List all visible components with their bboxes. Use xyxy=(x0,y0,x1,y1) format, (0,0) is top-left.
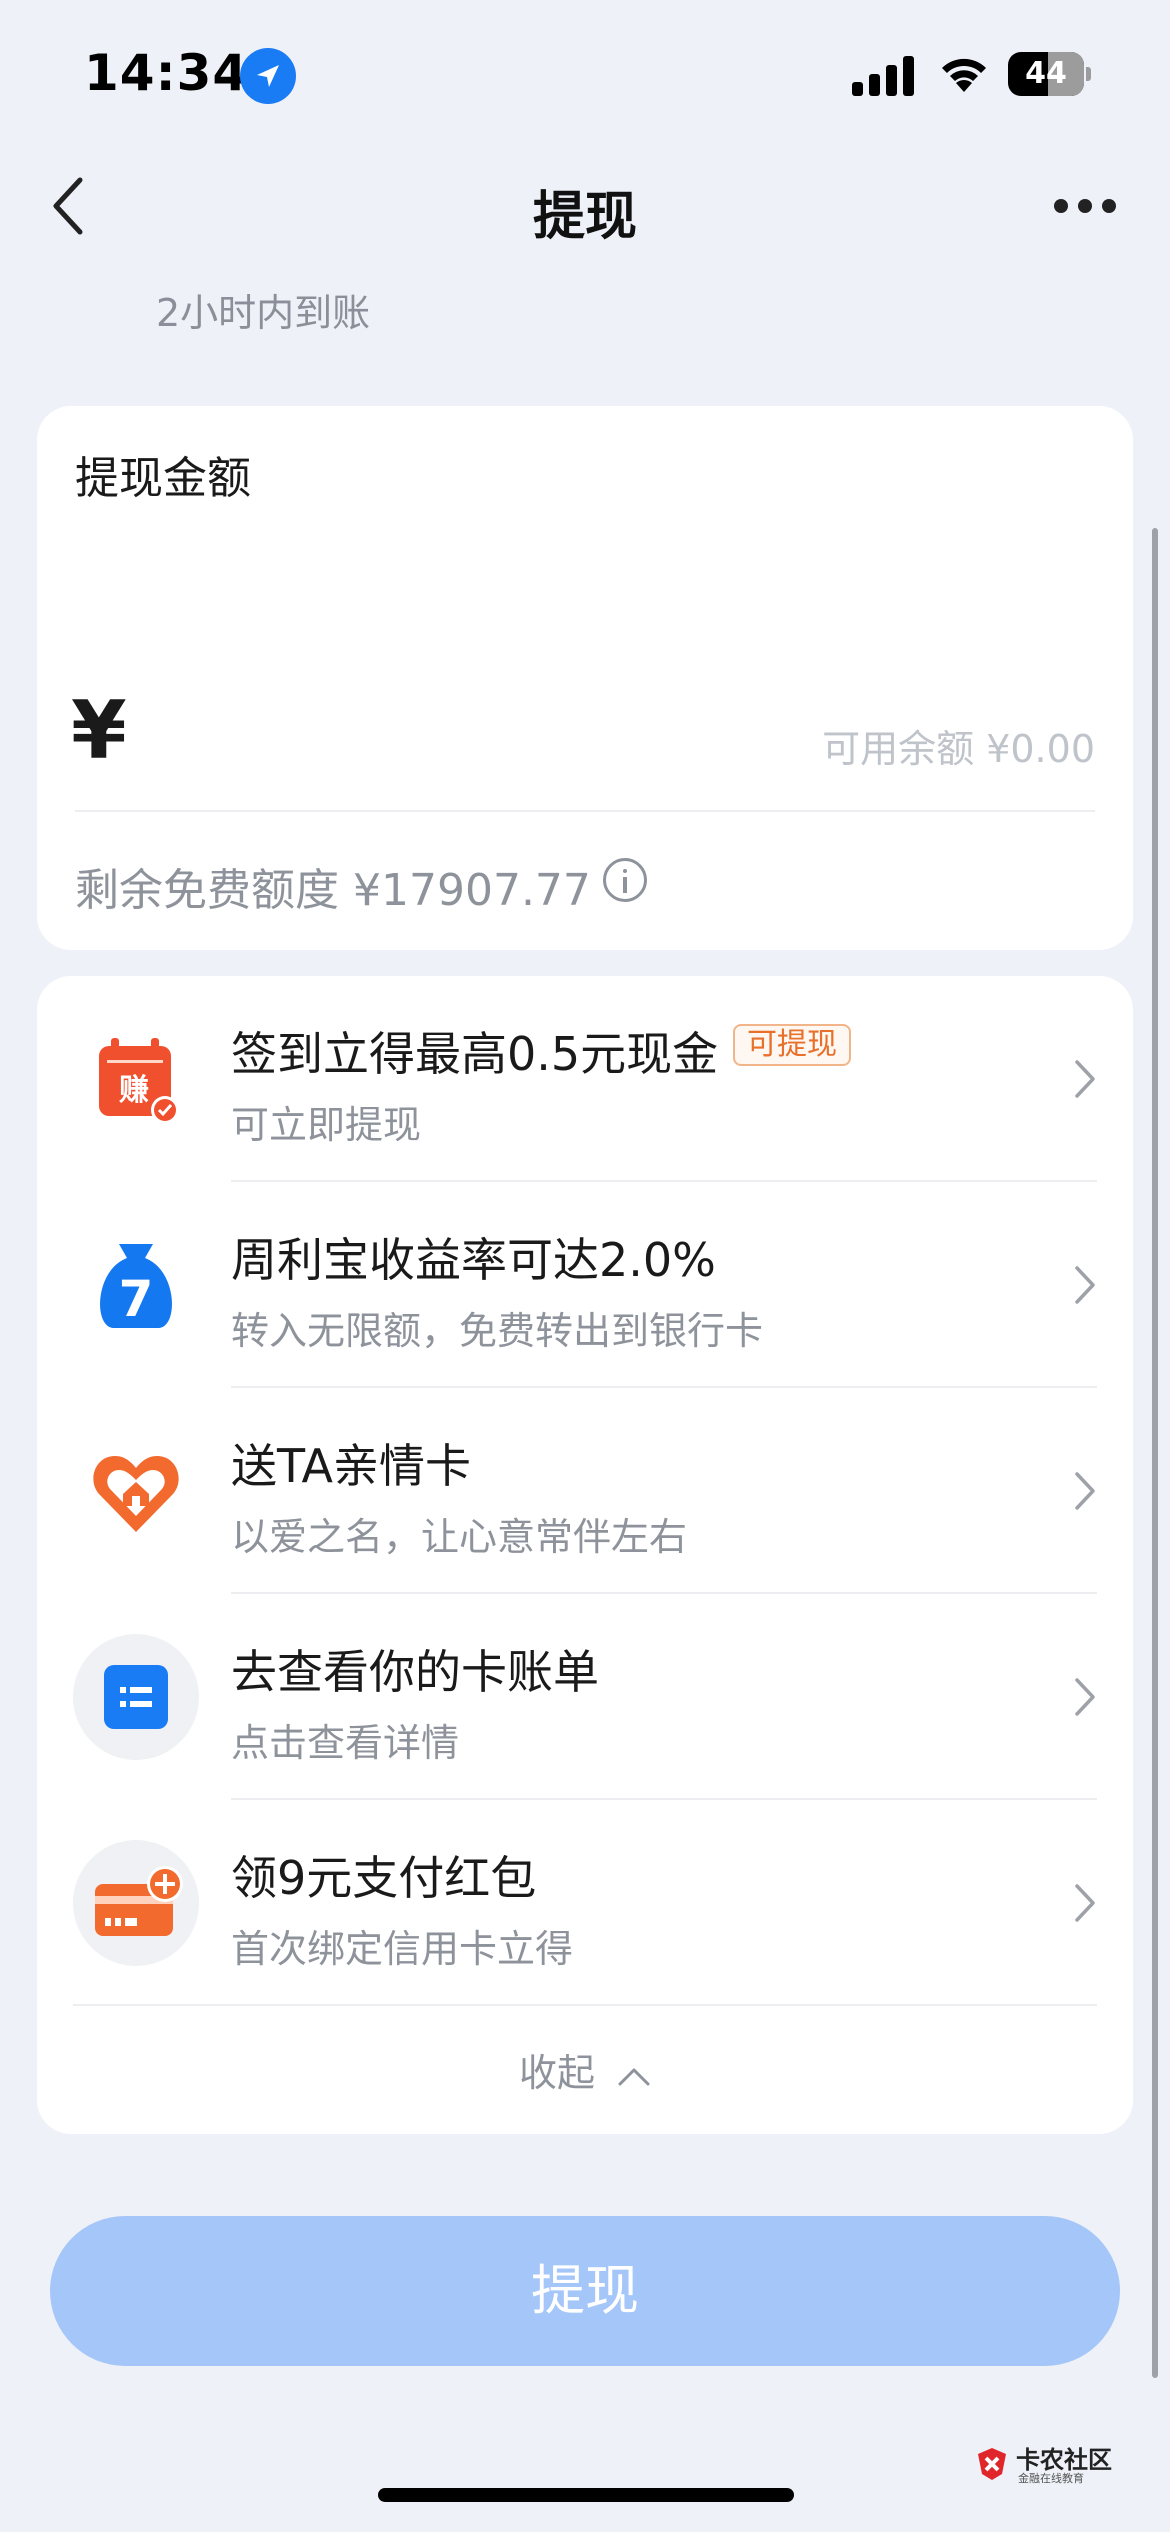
scrollbar[interactable] xyxy=(1152,528,1158,2378)
list-item-family-card[interactable]: 送TA亲情卡 以爱之名，让心意常伴左右 xyxy=(37,1388,1133,1594)
list-item-title: 周利宝收益率可达2.0% xyxy=(231,1233,716,1287)
list-item-title: 送TA亲情卡 xyxy=(231,1439,471,1493)
money-bag-7-icon: 7 xyxy=(73,1222,199,1348)
list-item-weekly-treasure[interactable]: 7 周利宝收益率可达2.0% 转入无限额，免费转出到银行卡 xyxy=(37,1182,1133,1388)
amount-divider xyxy=(75,810,1095,812)
list-item-title: 签到立得最高0.5元现金 xyxy=(231,1027,719,1081)
status-time: 14:34 xyxy=(84,44,249,102)
watermark: 卡农社区 金融在线教育 xyxy=(972,2438,1122,2488)
chevron-right-icon xyxy=(1075,1678,1095,1716)
list-item-title: 领9元支付红包 xyxy=(231,1851,537,1905)
chevron-right-icon xyxy=(1075,1472,1095,1510)
withdraw-button[interactable]: 提现 xyxy=(50,2216,1120,2366)
collapse-label: 收起 xyxy=(518,2051,595,2095)
bill-icon xyxy=(73,1634,199,1760)
list-item-subtitle: 可立即提现 xyxy=(231,1103,422,1147)
list-item-checkin[interactable]: 赚 签到立得最高0.5元现金 可提现 可立即提现 xyxy=(37,976,1133,1182)
list-item-card-bill[interactable]: 去查看你的卡账单 点击查看详情 xyxy=(37,1594,1133,1800)
chevron-right-icon xyxy=(1075,1060,1095,1098)
available-balance: 可用余额 ¥0.00 xyxy=(822,727,1095,771)
list-item-subtitle: 转入无限额，免费转出到银行卡 xyxy=(231,1309,764,1353)
calendar-earn-icon: 赚 xyxy=(73,1016,199,1142)
heart-house-icon xyxy=(73,1428,199,1554)
svg-text:7: 7 xyxy=(119,1270,154,1328)
collapse-divider xyxy=(73,2004,1097,2006)
promo-list-card: 赚 签到立得最高0.5元现金 可提现 可立即提现 7 周利宝收益率可达2.0% … xyxy=(37,976,1133,2134)
free-quota-text: 剩余免费额度 ¥17907.77 xyxy=(75,865,591,916)
watermark-tagline: 金融在线教育 xyxy=(1018,2472,1084,2485)
card-add-icon xyxy=(73,1840,199,1966)
withdrawable-tag: 可提现 xyxy=(733,1024,851,1066)
currency-symbol: ¥ xyxy=(71,684,127,777)
chevron-up-icon xyxy=(618,2068,650,2085)
home-indicator[interactable] xyxy=(378,2488,794,2502)
battery-level: 44 xyxy=(1025,56,1067,91)
chevron-right-icon xyxy=(1075,1884,1095,1922)
list-item-subtitle: 点击查看详情 xyxy=(231,1721,460,1765)
arrival-time-note: 2小时内到账 xyxy=(156,291,371,335)
list-item-title: 去查看你的卡账单 xyxy=(231,1645,599,1699)
amount-label: 提现金额 xyxy=(75,453,251,504)
kanong-logo-icon xyxy=(978,2448,1006,2480)
location-arrow-icon xyxy=(240,48,296,104)
wifi-icon xyxy=(942,58,986,92)
collapse-button[interactable]: 收起 xyxy=(37,2042,1133,2097)
cellular-signal-icon xyxy=(852,56,916,96)
info-icon[interactable] xyxy=(603,858,647,902)
battery-icon: 44 xyxy=(1008,52,1091,96)
list-item-red-packet[interactable]: 领9元支付红包 首次绑定信用卡立得 xyxy=(37,1800,1133,2006)
amount-card: 提现金额 ¥ 可用余额 ¥0.00 剩余免费额度 ¥17907.77 xyxy=(37,406,1133,950)
status-bar: 14:34 44 xyxy=(0,0,1170,150)
page-title: 提现 xyxy=(532,187,637,247)
list-item-subtitle: 首次绑定信用卡立得 xyxy=(231,1927,574,1971)
svg-text:赚: 赚 xyxy=(119,1073,149,1108)
chevron-right-icon xyxy=(1075,1266,1095,1304)
list-item-subtitle: 以爱之名，让心意常伴左右 xyxy=(231,1515,688,1559)
more-button[interactable] xyxy=(1050,196,1120,216)
